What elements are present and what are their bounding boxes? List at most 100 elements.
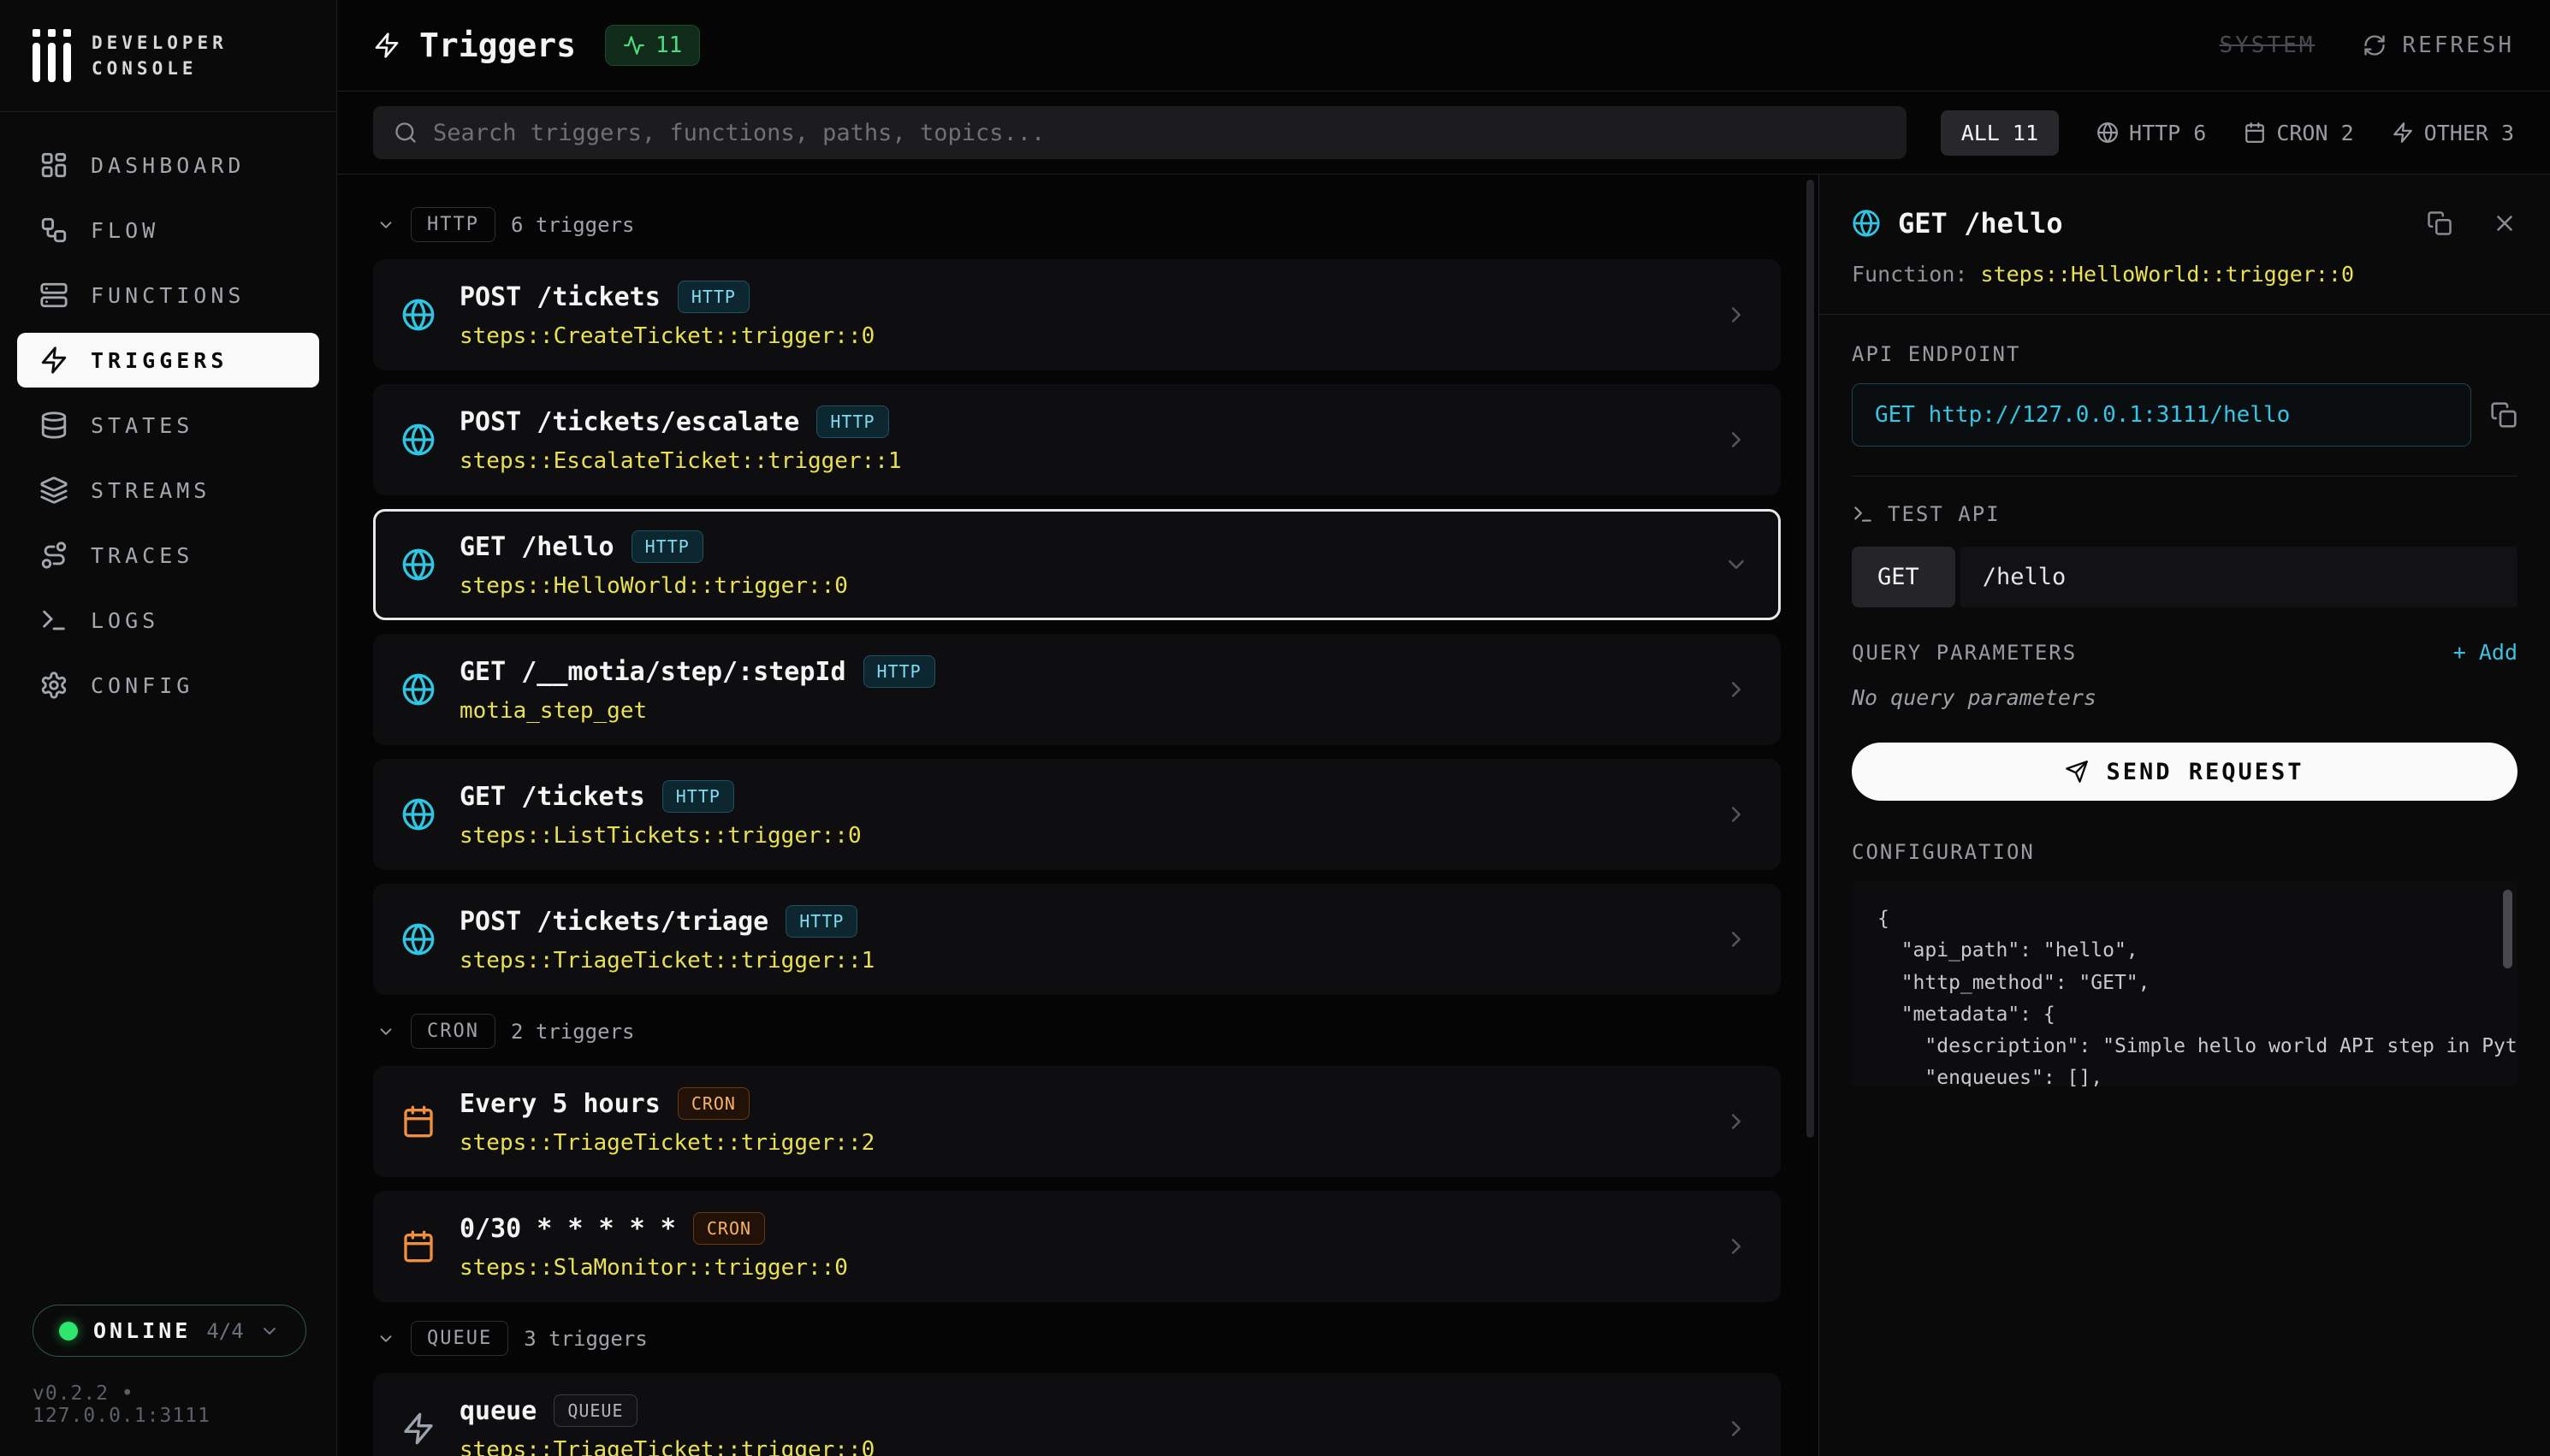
trigger-type-badge: HTTP	[786, 905, 857, 938]
tab-other[interactable]: OTHER 3	[2392, 121, 2514, 145]
trigger-row-every-5-hours[interactable]: Every 5 hours CRON steps::TriageTicket::…	[373, 1066, 1781, 1177]
chevron-right-icon	[1723, 427, 1749, 453]
copy-icon	[2490, 401, 2517, 429]
close-panel-button[interactable]	[2492, 210, 2517, 236]
sidebar-item-label: TRIGGERS	[91, 348, 228, 373]
sidebar-item-triggers[interactable]: TRIGGERS	[17, 333, 319, 388]
trigger-type-badge: HTTP	[863, 655, 935, 688]
api-endpoint-label: API ENDPOINT	[1852, 342, 2517, 366]
section-header-queue[interactable]: QUEUE 3 triggers	[377, 1321, 1781, 1356]
filter-tabs: ALL 11 HTTP 6 CRON 2 OTHER 3	[1941, 110, 2514, 156]
calendar-icon	[401, 1104, 436, 1139]
trigger-type-badge: HTTP	[662, 780, 734, 813]
search-icon	[394, 121, 418, 145]
globe-icon	[401, 922, 436, 956]
chevron-down-icon	[1723, 552, 1749, 577]
tab-http[interactable]: HTTP 6	[2096, 121, 2206, 145]
copy-icon	[2427, 210, 2452, 236]
send-request-label: SEND REQUEST	[2106, 759, 2304, 785]
list-scrollbar[interactable]	[1806, 180, 1814, 1446]
sidebar-item-logs[interactable]: LOGS	[17, 593, 319, 648]
chevron-right-icon	[1723, 1109, 1749, 1134]
trigger-row-get-motia-step[interactable]: GET /__motia/step/:stepId HTTP motia_ste…	[373, 634, 1781, 745]
app-title: DEVELOPER CONSOLE	[92, 30, 228, 82]
refresh-button[interactable]: REFRESH	[2363, 33, 2514, 58]
globe-icon	[1852, 209, 1881, 238]
configuration-json-box[interactable]: { "api_path": "hello", "http_method": "G…	[1852, 881, 2517, 1086]
trigger-function: steps::TriageTicket::trigger::0	[460, 1437, 1699, 1456]
motia-logo-icon	[33, 29, 71, 82]
sidebar-item-states[interactable]: STATES	[17, 398, 319, 453]
config-scrollbar[interactable]	[2503, 890, 2512, 968]
chevron-down-icon	[377, 1329, 395, 1348]
sidebar-item-label: TRACES	[91, 543, 193, 568]
panel-title: GET /hello	[1898, 207, 2410, 240]
trigger-function: steps::CreateTicket::trigger::0	[460, 323, 1699, 349]
close-icon	[2492, 210, 2517, 236]
copy-endpoint-button[interactable]	[2490, 401, 2517, 429]
trigger-type-badge: CRON	[693, 1212, 765, 1245]
sidebar-item-functions[interactable]: FUNCTIONS	[17, 268, 319, 323]
trigger-title: GET /tickets	[460, 782, 645, 812]
layers-icon	[39, 476, 68, 505]
function-label: Function:	[1852, 262, 1967, 287]
sidebar-item-label: STREAMS	[91, 478, 211, 503]
gear-icon	[39, 671, 68, 700]
sidebar-item-dashboard[interactable]: DASHBOARD	[17, 138, 319, 192]
sidebar-item-flow[interactable]: FLOW	[17, 203, 319, 257]
sidebar-item-label: FLOW	[91, 218, 159, 243]
trigger-type-badge: CRON	[678, 1087, 750, 1120]
dashboard-icon	[39, 151, 68, 180]
database-icon	[39, 411, 68, 440]
trigger-row-get-tickets[interactable]: GET /tickets HTTP steps::ListTickets::tr…	[373, 759, 1781, 870]
page-title: Triggers	[419, 27, 576, 64]
trigger-title: Every 5 hours	[460, 1089, 661, 1119]
section-header-http[interactable]: HTTP 6 triggers	[377, 207, 1781, 242]
trigger-function: steps::TriageTicket::trigger::2	[460, 1130, 1699, 1156]
trigger-function: motia_step_get	[460, 698, 1699, 724]
trigger-row-post-tickets[interactable]: POST /tickets HTTP steps::CreateTicket::…	[373, 259, 1781, 370]
path-input[interactable]	[1960, 547, 2517, 607]
section-count: 6 triggers	[511, 213, 635, 237]
connection-status-pill[interactable]: ONLINE 4/4	[33, 1305, 306, 1357]
search-input[interactable]	[433, 120, 1886, 146]
app-logo: DEVELOPER CONSOLE	[0, 0, 336, 112]
trigger-row-get-hello[interactable]: GET /hello HTTP steps::HelloWorld::trigg…	[373, 509, 1781, 620]
method-select[interactable]: GET	[1852, 547, 1955, 607]
globe-icon	[401, 298, 436, 332]
trigger-function: steps::TriageTicket::trigger::1	[460, 948, 1699, 974]
trigger-function: steps::HelloWorld::trigger::0	[460, 573, 1699, 599]
refresh-label: REFRESH	[2402, 33, 2514, 58]
sidebar-item-streams[interactable]: STREAMS	[17, 463, 319, 518]
chevron-right-icon	[1723, 926, 1749, 952]
sidebar: DEVELOPER CONSOLE DASHBOARD FLOW FUNCTIO…	[0, 0, 337, 1456]
copy-trigger-button[interactable]	[2427, 210, 2452, 236]
refresh-icon	[2363, 33, 2387, 57]
trigger-row-post-tickets-triage[interactable]: POST /tickets/triage HTTP steps::TriageT…	[373, 884, 1781, 995]
sidebar-item-traces[interactable]: TRACES	[17, 528, 319, 583]
system-toggle[interactable]: SYSTEM	[2220, 33, 2316, 58]
trigger-row-queue-triage[interactable]: queue QUEUE steps::TriageTicket::trigger…	[373, 1373, 1781, 1456]
chevron-right-icon	[1723, 302, 1749, 328]
sidebar-nav: DASHBOARD FLOW FUNCTIONS TRIGGERS STATES…	[0, 112, 336, 738]
route-icon	[39, 541, 68, 570]
globe-icon	[401, 547, 436, 582]
trigger-title: POST /tickets	[460, 282, 661, 312]
trigger-title: queue	[460, 1396, 537, 1426]
configuration-label: CONFIGURATION	[1852, 840, 2517, 864]
chevron-down-icon	[259, 1321, 280, 1341]
trigger-row-cron-0-30[interactable]: 0/30 * * * * * CRON steps::SlaMonitor::t…	[373, 1191, 1781, 1302]
tab-all[interactable]: ALL 11	[1941, 110, 2059, 156]
send-request-button[interactable]: SEND REQUEST	[1852, 743, 2517, 801]
chevron-right-icon	[1723, 1416, 1749, 1441]
tab-cron[interactable]: CRON 2	[2244, 121, 2353, 145]
activity-icon	[623, 34, 645, 56]
globe-icon	[401, 423, 436, 457]
trigger-count-badge: 11	[605, 25, 700, 66]
configuration-json: { "api_path": "hello", "http_method": "G…	[1877, 903, 2483, 1086]
sidebar-item-config[interactable]: CONFIG	[17, 658, 319, 713]
section-header-cron[interactable]: CRON 2 triggers	[377, 1014, 1781, 1049]
trigger-row-post-tickets-escalate[interactable]: POST /tickets/escalate HTTP steps::Escal…	[373, 384, 1781, 495]
add-query-param-button[interactable]: + Add	[2453, 640, 2517, 665]
trigger-list: HTTP 6 triggers POST /tickets HTTP steps…	[337, 175, 1818, 1456]
